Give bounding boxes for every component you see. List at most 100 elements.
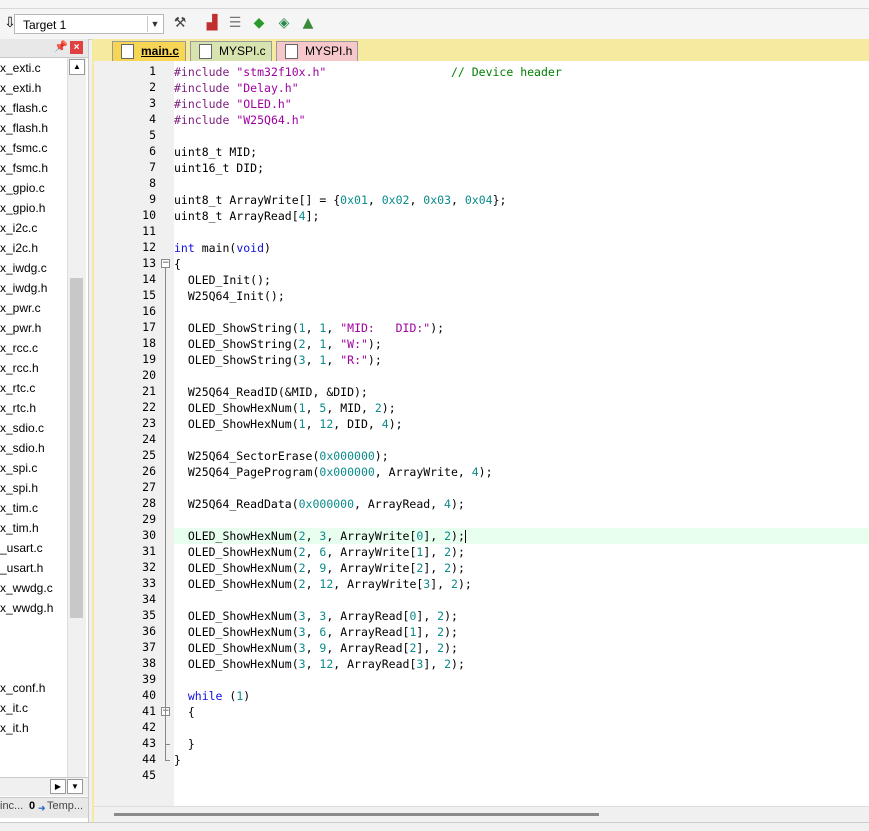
line-number: 28: [142, 496, 156, 510]
tab-myspi-h[interactable]: MYSPI.h: [276, 41, 358, 61]
project-file-item[interactable]: x_spi.h: [0, 478, 38, 498]
project-file-item[interactable]: x_spi.c: [0, 458, 37, 478]
code-area[interactable]: #include "stm32f10x.h" // Device header #…: [174, 61, 869, 806]
code-line[interactable]: {: [174, 704, 195, 720]
fold-guide: [165, 716, 166, 744]
code-line[interactable]: W25Q64_ReadID(&MID, &DID);: [174, 384, 368, 400]
code-line[interactable]: OLED_ShowString(3, 1, "R:");: [174, 352, 382, 368]
project-file-item[interactable]: _usart.c: [0, 538, 43, 558]
scrollbar-thumb[interactable]: [114, 813, 599, 816]
code-line[interactable]: #include "OLED.h": [174, 96, 292, 112]
code-line[interactable]: OLED_ShowHexNum(1, 5, MID, 2);: [174, 400, 396, 416]
tab-main-c[interactable]: main.c: [112, 41, 186, 61]
project-file-item[interactable]: x_gpio.h: [0, 198, 45, 218]
code-line[interactable]: uint8_t ArrayWrite[] = {0x01, 0x02, 0x03…: [174, 192, 506, 208]
code-line[interactable]: OLED_ShowHexNum(3, 12, ArrayRead[3], 2);: [174, 656, 465, 672]
project-file-item[interactable]: x_flash.c: [0, 98, 47, 118]
project-file-item[interactable]: x_exti.h: [0, 78, 41, 98]
project-file-item[interactable]: x_i2c.h: [0, 238, 38, 258]
line-number: 15: [142, 288, 156, 302]
code-line[interactable]: int main(void): [174, 240, 271, 256]
project-file-item[interactable]: x_pwr.c: [0, 298, 41, 318]
manage-components-icon[interactable]: ▟: [202, 13, 222, 33]
fold-collapse-icon[interactable]: −: [161, 259, 170, 268]
code-line[interactable]: OLED_ShowHexNum(1, 12, DID, 4);: [174, 416, 403, 432]
select-pack-icon[interactable]: ☰: [225, 13, 245, 33]
code-line[interactable]: OLED_ShowString(1, 1, "MID: DID:");: [174, 320, 444, 336]
code-line[interactable]: OLED_ShowHexNum(2, 6, ArrayWrite[1], 2);: [174, 544, 465, 560]
code-line[interactable]: {: [174, 256, 181, 272]
code-line[interactable]: OLED_ShowHexNum(3, 6, ArrayRead[1], 2);: [174, 624, 458, 640]
project-file-item[interactable]: x_iwdg.c: [0, 258, 47, 278]
scrollbar-thumb[interactable]: [70, 278, 83, 618]
project-file-item[interactable]: x_fsmc.c: [0, 138, 47, 158]
code-line[interactable]: W25Q64_Init();: [174, 288, 285, 304]
scroll-up-icon[interactable]: ▲: [69, 59, 85, 75]
line-number: 41: [142, 704, 156, 718]
code-line[interactable]: OLED_ShowHexNum(2, 3, ArrayWrite[0], 2);: [174, 528, 466, 544]
project-file-item[interactable]: x_tim.h: [0, 518, 39, 538]
code-line[interactable]: W25Q64_PageProgram(0x000000, ArrayWrite,…: [174, 464, 493, 480]
code-line[interactable]: uint8_t MID;: [174, 144, 257, 160]
project-file-item[interactable]: x_i2c.c: [0, 218, 37, 238]
run-time-environment-icon[interactable]: ◈: [274, 13, 294, 33]
code-editor[interactable]: 1 2 3 4 5 6 7 8 9 10 11 12 13−14 15 16 17 18 19 20 21 22 23 24…: [94, 61, 869, 806]
code-line[interactable]: while (1): [174, 688, 250, 704]
project-file-item[interactable]: x_pwr.h: [0, 318, 41, 338]
project-file-item[interactable]: x_it.c: [0, 698, 28, 718]
project-file-item[interactable]: _usart.h: [0, 558, 43, 578]
editor-tab-bar: main.c MYSPI.c MYSPI.h: [92, 39, 869, 61]
project-horizontal-scrollbar[interactable]: ▶ ▼: [0, 777, 88, 796]
code-line[interactable]: }: [174, 752, 181, 768]
code-line[interactable]: #include "stm32f10x.h" // Device header: [174, 64, 562, 80]
project-file-item[interactable]: x_flash.h: [0, 118, 48, 138]
line-number: 14: [142, 272, 156, 286]
code-line[interactable]: uint8_t ArrayRead[4];: [174, 208, 319, 224]
code-line[interactable]: W25Q64_ReadData(0x000000, ArrayRead, 4);: [174, 496, 465, 512]
code-line[interactable]: #include "W25Q64.h": [174, 112, 306, 128]
code-line[interactable]: OLED_ShowHexNum(3, 9, ArrayRead[2], 2);: [174, 640, 458, 656]
project-file-item[interactable]: x_wwdg.h: [0, 598, 53, 618]
line-number: 25: [142, 448, 156, 462]
pin-icon[interactable]: 📌: [54, 40, 68, 53]
project-file-item[interactable]: x_iwdg.h: [0, 278, 47, 298]
close-icon[interactable]: ×: [70, 41, 83, 54]
code-line[interactable]: OLED_ShowHexNum(3, 3, ArrayRead[0], 2);: [174, 608, 458, 624]
code-line[interactable]: OLED_ShowHexNum(2, 9, ArrayWrite[2], 2);: [174, 560, 465, 576]
project-file-item[interactable]: x_sdio.c: [0, 418, 44, 438]
project-file-item[interactable]: x_rtc.h: [0, 398, 36, 418]
project-file-item[interactable]: x_tim.c: [0, 498, 38, 518]
fold-guide-end: [165, 760, 170, 761]
manage-project-icon[interactable]: ▲: [298, 13, 318, 33]
target-options-icon[interactable]: ⚒: [170, 13, 190, 33]
project-file-item[interactable]: x_it.h: [0, 718, 29, 738]
pack-installer-icon[interactable]: ◆: [249, 13, 269, 33]
project-file-item[interactable]: x_exti.c: [0, 58, 41, 78]
project-file-item[interactable]: x_fsmc.h: [0, 158, 48, 178]
line-number: 3: [149, 96, 156, 110]
code-line[interactable]: OLED_Init();: [174, 272, 271, 288]
line-number: 10: [142, 208, 156, 222]
project-file-item[interactable]: x_conf.h: [0, 678, 45, 698]
tab-myspi-c[interactable]: MYSPI.c: [190, 41, 272, 61]
tab-templates[interactable]: Temp...: [47, 800, 83, 812]
chevron-down-icon[interactable]: ▼: [147, 16, 162, 32]
line-number: 37: [142, 640, 156, 654]
project-file-item[interactable]: x_sdio.h: [0, 438, 45, 458]
project-vertical-scrollbar[interactable]: ▲: [67, 58, 86, 788]
project-file-item[interactable]: x_rcc.h: [0, 358, 39, 378]
target-select[interactable]: Target 1 ▼: [14, 14, 164, 34]
code-line[interactable]: }: [174, 736, 195, 752]
code-line[interactable]: #include "Delay.h": [174, 80, 299, 96]
code-line[interactable]: W25Q64_SectorErase(0x000000);: [174, 448, 389, 464]
code-line[interactable]: OLED_ShowString(2, 1, "W:");: [174, 336, 382, 352]
project-file-item[interactable]: x_rcc.c: [0, 338, 38, 358]
project-file-item[interactable]: x_gpio.c: [0, 178, 45, 198]
code-line[interactable]: uint16_t DID;: [174, 160, 264, 176]
scroll-down-icon[interactable]: ▼: [67, 779, 83, 794]
tab-books[interactable]: inc...: [0, 800, 23, 812]
project-file-item[interactable]: x_wwdg.c: [0, 578, 53, 598]
scroll-right-icon[interactable]: ▶: [50, 779, 66, 794]
code-line[interactable]: OLED_ShowHexNum(2, 12, ArrayWrite[3], 2)…: [174, 576, 472, 592]
project-file-item[interactable]: x_rtc.c: [0, 378, 35, 398]
